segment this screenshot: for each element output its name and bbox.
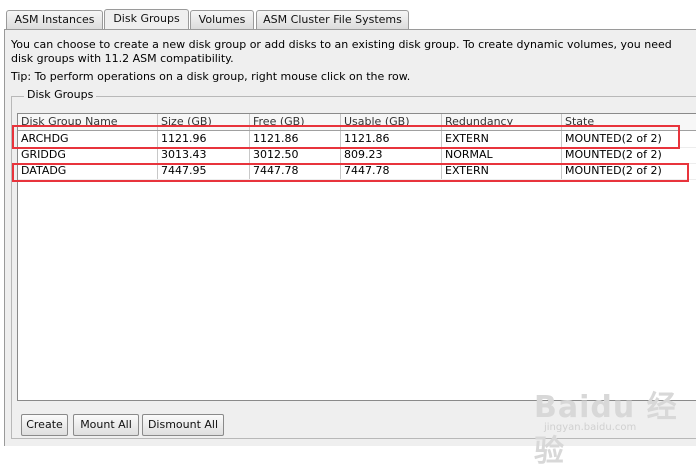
cell-free: 7447.78 <box>250 163 341 179</box>
create-button[interactable]: Create <box>21 414 68 436</box>
cell-name: DATADG <box>18 163 158 179</box>
table-row[interactable]: ARCHDG 1121.96 1121.86 1121.86 EXTERN MO… <box>18 131 696 148</box>
tip-text: Tip: To perform operations on a disk gro… <box>11 70 411 83</box>
description-text: You can choose to create a new disk grou… <box>11 38 672 65</box>
tab-bar: ASM Instances Disk Groups Volumes ASM Cl… <box>0 0 696 30</box>
cell-redundancy: NORMAL <box>442 147 562 163</box>
column-header-redundancy[interactable]: Redundancy <box>442 114 562 130</box>
cell-free: 1121.86 <box>250 131 341 147</box>
column-header-free[interactable]: Free (GB) <box>250 114 341 130</box>
cell-state: MOUNTED(2 of 2) <box>562 163 696 179</box>
column-header-size[interactable]: Size (GB) <box>158 114 250 130</box>
cell-size: 7447.95 <box>158 163 250 179</box>
cell-name: GRIDDG <box>18 147 158 163</box>
cell-redundancy: EXTERN <box>442 131 562 147</box>
column-header-state[interactable]: State <box>562 114 696 130</box>
cell-state: MOUNTED(2 of 2) <box>562 147 696 163</box>
cell-free: 3012.50 <box>250 147 341 163</box>
cell-redundancy: EXTERN <box>442 163 562 179</box>
tab-asm-cluster-file-systems[interactable]: ASM Cluster File Systems <box>256 10 409 29</box>
table-row[interactable]: GRIDDG 3013.43 3012.50 809.23 NORMAL MOU… <box>18 147 696 164</box>
cell-size: 3013.43 <box>158 147 250 163</box>
disk-groups-table[interactable]: Disk Group Name Size (GB) Free (GB) Usab… <box>17 113 696 401</box>
baidu-watermark: Baidu 经验 jingyan.baidu.com <box>534 382 694 469</box>
cell-usable: 809.23 <box>341 147 442 163</box>
watermark-url: jingyan.baidu.com <box>544 422 637 433</box>
groupbox-title: Disk Groups <box>24 88 97 101</box>
cell-name: ARCHDG <box>18 131 158 147</box>
tab-asm-instances[interactable]: ASM Instances <box>6 10 103 29</box>
tab-disk-groups[interactable]: Disk Groups <box>104 9 189 30</box>
table-header: Disk Group Name Size (GB) Free (GB) Usab… <box>18 114 696 131</box>
cell-usable: 7447.78 <box>341 163 442 179</box>
cell-size: 1121.96 <box>158 131 250 147</box>
cell-state: MOUNTED(2 of 2) <box>562 131 696 147</box>
mount-all-button[interactable]: Mount All <box>73 414 139 436</box>
table-row[interactable]: DATADG 7447.95 7447.78 7447.78 EXTERN MO… <box>18 163 696 180</box>
cell-usable: 1121.86 <box>341 131 442 147</box>
column-header-name[interactable]: Disk Group Name <box>18 114 158 130</box>
tab-volumes[interactable]: Volumes <box>190 10 254 29</box>
column-header-usable[interactable]: Usable (GB) <box>341 114 442 130</box>
dismount-all-button[interactable]: Dismount All <box>142 414 224 436</box>
